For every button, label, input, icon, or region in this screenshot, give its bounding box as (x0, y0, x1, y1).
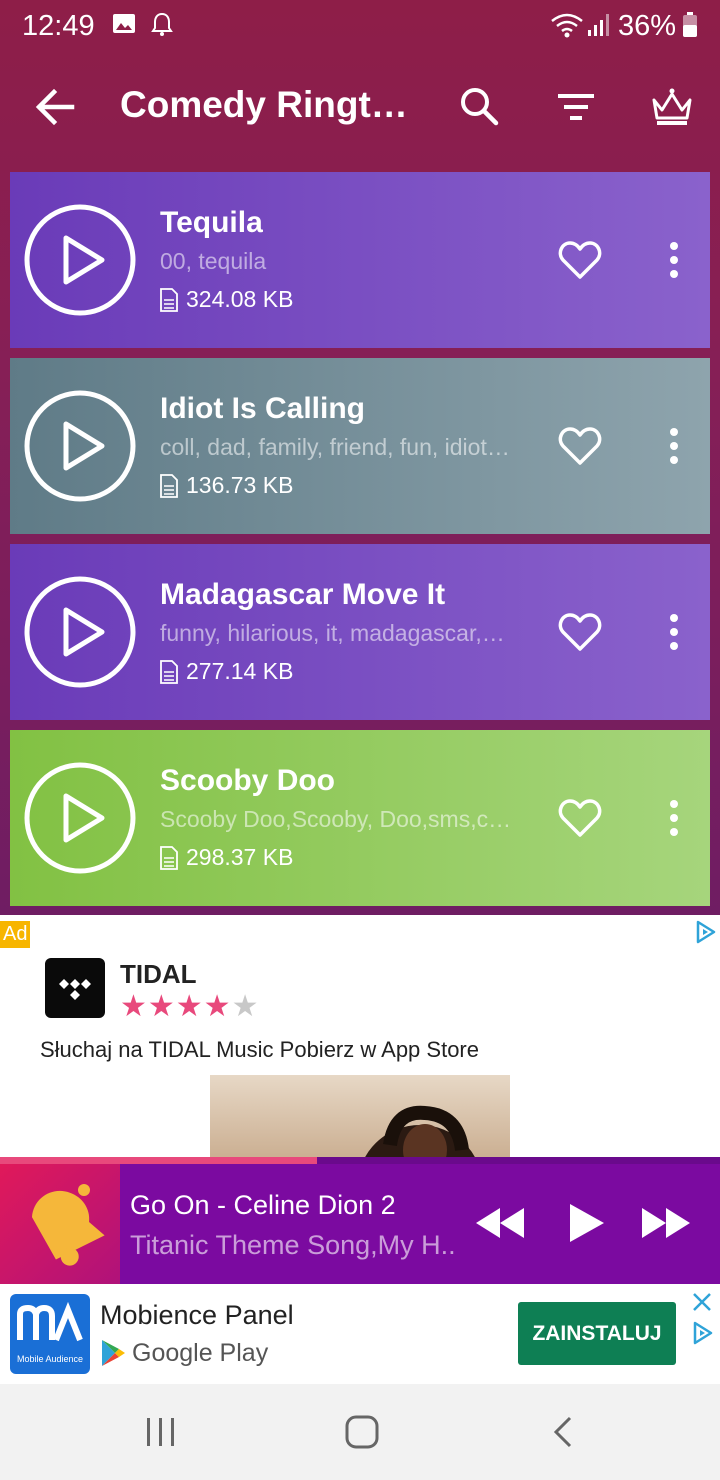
ringtone-card[interactable]: Madagascar Move It funny, hilarious, it,… (10, 544, 710, 720)
file-icon (160, 659, 178, 684)
ringtone-tags: funny, hilarious, it, madagascar,… (160, 620, 505, 646)
play-circle-icon[interactable] (24, 762, 136, 874)
close-icon[interactable] (690, 1290, 714, 1314)
playback-progress-fill (0, 1157, 317, 1164)
file-icon (160, 287, 178, 312)
heart-icon[interactable] (558, 798, 602, 838)
ringtone-tags: 00, tequila (160, 248, 267, 274)
ad-app-name: Mobience Panel (100, 1300, 294, 1330)
notification-bell-icon (151, 12, 173, 36)
ringtone-tags: coll, dad, family, friend, fun, idiot… (160, 434, 510, 460)
more-vert-icon[interactable] (660, 240, 688, 280)
mobience-logo: Mobile Audience (10, 1294, 90, 1374)
tidal-logo (45, 958, 105, 1018)
playback-progress[interactable] (0, 1157, 720, 1164)
page-title: Comedy Ringto… (120, 84, 420, 125)
back-arrow-icon[interactable] (28, 82, 84, 132)
ringtone-title: Tequila (160, 206, 263, 239)
ringtone-size: 136.73 KB (186, 472, 294, 498)
heart-icon[interactable] (558, 426, 602, 466)
heart-icon[interactable] (558, 240, 602, 280)
heart-icon[interactable] (558, 612, 602, 652)
ad-description: Słuchaj na TIDAL Music Pobierz w App Sto… (40, 1037, 479, 1062)
more-vert-icon[interactable] (660, 612, 688, 652)
install-button[interactable]: ZAINSTALUJ (518, 1302, 676, 1365)
ad-app-name: TIDAL (120, 959, 197, 989)
player-artwork (0, 1164, 120, 1284)
mini-player[interactable]: Go On - Celine Dion 2 Titanic Theme Song… (0, 1164, 720, 1284)
status-bar: 12:49 36% (0, 0, 720, 52)
signal-icon (588, 14, 609, 36)
ringtone-size-row: 136.73 KB (160, 472, 293, 499)
ringtone-size: 298.37 KB (186, 844, 294, 870)
logo-caption: Mobile Audience (16, 1354, 84, 1364)
crown-icon[interactable] (644, 80, 700, 136)
install-ad-banner[interactable]: Mobile Audience Mobience Panel Google Pl… (0, 1284, 720, 1384)
now-playing-title: Go On - Celine Dion 2 (130, 1190, 396, 1220)
play-icon[interactable] (564, 1200, 608, 1246)
google-play-icon (102, 1340, 125, 1366)
ringtone-size-row: 277.14 KB (160, 658, 293, 685)
store-badge: Google Play (100, 1338, 268, 1368)
file-icon (160, 473, 178, 498)
ringtone-title: Madagascar Move It (160, 578, 446, 611)
ringtone-size: 277.14 KB (186, 658, 294, 684)
battery-icon (683, 12, 697, 37)
system-nav-bar (0, 1384, 720, 1480)
adchoices-icon[interactable] (690, 1320, 716, 1346)
rating-stars: ★★★★★ (120, 990, 260, 1023)
more-vert-icon[interactable] (660, 426, 688, 466)
ringtone-size-row: 298.37 KB (160, 844, 293, 871)
play-circle-icon[interactable] (24, 390, 136, 502)
recent-apps-icon[interactable] (144, 1414, 178, 1450)
bell-icon (31, 1184, 105, 1266)
toolbar: Comedy Ringto… (0, 62, 720, 152)
ringtone-size: 324.08 KB (186, 286, 294, 312)
play-circle-icon[interactable] (24, 576, 136, 688)
status-time: 12:49 (22, 10, 95, 42)
ringtone-size-row: 324.08 KB (160, 286, 293, 313)
fast-forward-icon[interactable] (638, 1200, 692, 1246)
battery-percent: 36% (617, 10, 676, 42)
ringtone-card[interactable]: Scooby Doo Scooby Doo,Scooby, Doo,sms,c…… (10, 730, 710, 906)
play-circle-icon[interactable] (24, 204, 136, 316)
store-name: Google Play (132, 1338, 269, 1367)
ad-banner[interactable]: Ad TIDAL ★★★★★ Słuchaj na TIDAL Music Po… (0, 915, 720, 1163)
ad-image (210, 1075, 510, 1163)
ad-label: Ad (0, 921, 31, 948)
search-icon[interactable] (452, 80, 508, 136)
home-icon[interactable] (344, 1414, 380, 1450)
ringtone-card[interactable]: Tequila 00, tequila 324.08 KB (10, 172, 710, 348)
ringtone-title: Scooby Doo (160, 764, 336, 797)
filter-icon[interactable] (548, 80, 604, 136)
rewind-icon[interactable] (474, 1200, 528, 1246)
now-playing-subtitle: Titanic Theme Song,My H.. (130, 1230, 456, 1260)
more-vert-icon[interactable] (660, 798, 688, 838)
back-nav-icon[interactable] (550, 1414, 576, 1450)
adchoices-icon[interactable] (694, 919, 718, 945)
ringtone-card[interactable]: Idiot Is Calling coll, dad, family, frie… (10, 358, 710, 534)
wifi-icon (551, 13, 583, 38)
file-icon (160, 845, 178, 870)
gallery-icon (113, 14, 135, 33)
ringtone-title: Idiot Is Calling (160, 392, 366, 425)
ringtone-tags: Scooby Doo,Scooby, Doo,sms,c… (160, 806, 512, 832)
